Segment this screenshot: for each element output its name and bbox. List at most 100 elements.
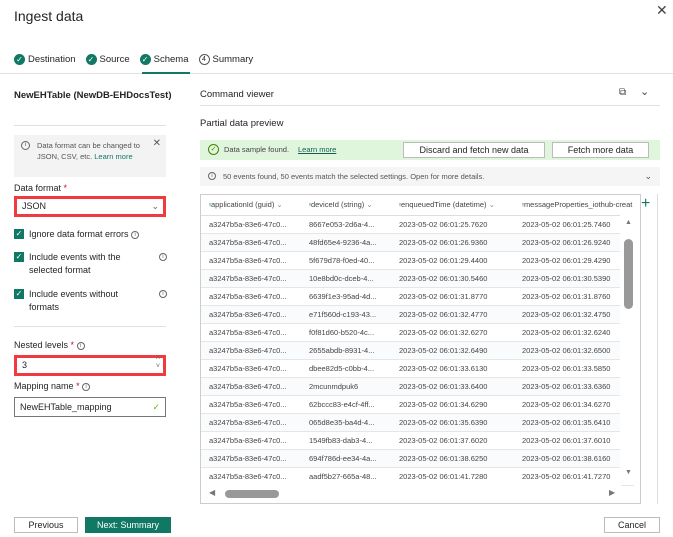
wizard-tabs: ✓ Destination ✓ Source ✓ Schema 4 Summary xyxy=(14,52,253,67)
stepper-arrows-icon[interactable]: ˄ ˅ xyxy=(156,355,160,371)
column-header[interactable]: ᵞmessageProperties_iothub-creat xyxy=(514,195,634,216)
checkbox-label: Include events with the selected format xyxy=(29,252,121,275)
next-summary-button[interactable]: Next: Summary xyxy=(85,517,171,533)
table-cell: 2023-05-02 06:01:33.6360 xyxy=(514,377,634,396)
divider xyxy=(14,326,166,327)
tab-destination[interactable]: ✓ Destination xyxy=(14,52,76,67)
checkbox-checked-icon[interactable]: ✓ xyxy=(14,229,24,239)
data-format-label: Data format * xyxy=(14,183,67,193)
step-number-icon: 4 xyxy=(198,54,210,65)
tab-schema[interactable]: ✓ Schema xyxy=(139,52,189,67)
table-cell: a3247b5a-83e6-47c0... xyxy=(201,287,301,306)
table-cell: 2023-05-02 06:01:35.6410 xyxy=(514,413,634,432)
vertical-scroll-thumb[interactable] xyxy=(624,239,633,309)
events-summary-bar[interactable]: i 50 events found, 50 events match the s… xyxy=(200,167,660,186)
column-header-label: enqueuedTime (datetime) xyxy=(400,200,487,210)
chevron-down-icon[interactable]: ⌄ xyxy=(276,200,282,209)
table-row: a3247b5a-83e6-47c0... 065d8e35-ba4d-4... 2… xyxy=(201,413,634,432)
command-viewer-title: Command viewer xyxy=(200,89,274,100)
cancel-button[interactable]: Cancel xyxy=(604,517,660,533)
scroll-right-icon[interactable]: ▶ xyxy=(609,488,615,497)
table-cell: 2023-05-02 06:01:33.5850 xyxy=(514,359,634,378)
copy-icon[interactable]: ⧉ xyxy=(619,87,626,98)
check-circle-icon: ✓ xyxy=(14,54,25,65)
dismiss-icon[interactable]: ✕ xyxy=(153,138,161,149)
table-cell: a3247b5a-83e6-47c0... xyxy=(201,395,301,414)
scroll-down-icon[interactable]: ▼ xyxy=(625,469,632,476)
table-cell: 2023-05-02 06:01:37.6010 xyxy=(514,431,634,450)
info-icon[interactable]: i xyxy=(159,290,167,298)
check-circle-icon: ✓ xyxy=(85,54,97,65)
table-cell: 2655abdb-8931-4... xyxy=(301,341,391,360)
table-cell: 2023-05-02 06:01:25.7620 xyxy=(391,215,514,234)
checkbox-checked-icon[interactable]: ✓ xyxy=(14,252,24,262)
checkbox-include-without-formats[interactable]: ✓ Include events without formats xyxy=(14,288,144,314)
close-icon[interactable]: ✕ xyxy=(656,2,668,19)
table-cell: 2023-05-02 06:01:38.6160 xyxy=(514,449,634,468)
dialog-title: Ingest data xyxy=(14,8,84,24)
checkbox-ignore-errors[interactable]: ✓ Ignore data format errors i xyxy=(14,228,166,241)
fetch-more-button[interactable]: Fetch more data xyxy=(552,142,649,158)
table-cell: 2023-05-02 06:01:33.6130 xyxy=(391,359,514,378)
scroll-up-icon[interactable]: ▲ xyxy=(625,219,632,226)
table-cell: 10e8bd0c-dceb-4... xyxy=(301,269,391,288)
info-icon[interactable]: i xyxy=(131,230,140,239)
info-icon[interactable]: i xyxy=(82,382,91,391)
vertical-scrollbar[interactable]: ▲ ▼ xyxy=(620,215,640,485)
info-banner: i ✕ Data format can be changed to JSON, … xyxy=(14,135,166,177)
column-header[interactable]: ᵞenqueuedTime (datetime) ⌄ xyxy=(391,195,514,216)
checkbox-checked-icon[interactable]: ✓ xyxy=(14,289,24,299)
sample-found-text: Data sample found. xyxy=(224,145,290,154)
info-icon: i xyxy=(21,141,30,150)
add-column-icon[interactable]: + xyxy=(641,195,650,213)
previous-button[interactable]: Previous xyxy=(14,517,78,533)
table-cell: 2023-05-02 06:01:30.5390 xyxy=(514,269,634,288)
table-cell: 1549fb83-dab3-4... xyxy=(301,431,391,450)
valid-check-icon: ✓ xyxy=(152,402,160,412)
divider xyxy=(200,105,660,106)
horizontal-scroll-thumb[interactable] xyxy=(225,490,279,498)
mapping-name-label: Mapping name * i xyxy=(14,381,91,391)
table-cell: 2023-05-02 06:01:32.4770 xyxy=(391,305,514,324)
info-icon[interactable]: i xyxy=(159,253,167,261)
tabs-divider xyxy=(0,73,673,74)
column-header[interactable]: ᵞdeviceId (string) ⌄ xyxy=(301,195,391,216)
preview-title: Partial data preview xyxy=(200,118,284,129)
table-row: a3247b5a-83e6-47c0... 48fd65e4-9236-4a...… xyxy=(201,233,634,252)
chevron-down-icon[interactable]: ⌄ xyxy=(366,200,372,209)
expand-icon[interactable]: ⌄ xyxy=(644,167,652,186)
discard-fetch-button[interactable]: Discard and fetch new data xyxy=(403,142,545,158)
table-name: NewEHTable (NewDB-EHDocsTest) xyxy=(14,90,172,101)
data-format-dropdown[interactable]: JSON ⌄ xyxy=(14,196,166,217)
learn-more-link[interactable]: Learn more xyxy=(298,145,336,154)
table-cell: a3247b5a-83e6-47c0... xyxy=(201,305,301,324)
info-icon[interactable]: i xyxy=(76,341,85,350)
table-row: a3247b5a-83e6-47c0... e71f560d-c193-43...… xyxy=(201,305,634,324)
column-header-label: applicationId (guid) xyxy=(210,200,275,210)
nested-levels-stepper[interactable]: 3 ˄ ˅ xyxy=(14,355,166,376)
tab-source[interactable]: ✓ Source xyxy=(85,52,130,67)
chevron-down-icon[interactable]: ⌄ xyxy=(489,200,495,209)
table-cell: 2023-05-02 06:01:41.7270 xyxy=(514,467,634,486)
sample-found-banner: ✓ Data sample found. Learn more Discard … xyxy=(200,140,660,160)
learn-more-link[interactable]: Learn more xyxy=(94,152,132,161)
table-row: a3247b5a-83e6-47c0... dbee82d5-c0bb-4... 2… xyxy=(201,359,634,378)
chevron-down-icon[interactable]: ⌄ xyxy=(640,85,649,98)
tab-summary[interactable]: 4 Summary xyxy=(198,52,254,67)
table-row: a3247b5a-83e6-47c0... 2655abdb-8931-4... 2… xyxy=(201,341,634,360)
checkbox-include-selected-format[interactable]: ✓ Include events with the selected format xyxy=(14,251,144,277)
horizontal-scrollbar[interactable]: ◀ ▶ xyxy=(201,485,621,503)
info-icon: i xyxy=(208,172,216,180)
table-cell: a3247b5a-83e6-47c0... xyxy=(201,467,301,486)
mapping-name-input[interactable]: NewEHTable_mapping ✓ xyxy=(14,397,166,417)
divider xyxy=(657,194,658,504)
data-preview-grid: ᵞapplicationId (guid) ⌄ ᵞdeviceId (string… xyxy=(200,194,641,504)
scroll-left-icon[interactable]: ◀ xyxy=(209,488,215,497)
table-cell: 2023-05-02 06:01:31.8760 xyxy=(514,287,634,306)
column-header[interactable]: ᵞapplicationId (guid) ⌄ xyxy=(201,195,301,216)
nested-levels-value: 3 xyxy=(22,360,28,370)
table-row: a3247b5a-83e6-47c0... 1549fb83-dab3-4... 2… xyxy=(201,431,634,450)
tab-label: Summary xyxy=(212,54,254,65)
table-row: a3247b5a-83e6-47c0... 10e8bd0c-dceb-4... 2… xyxy=(201,269,634,288)
table-cell: a3247b5a-83e6-47c0... xyxy=(201,431,301,450)
